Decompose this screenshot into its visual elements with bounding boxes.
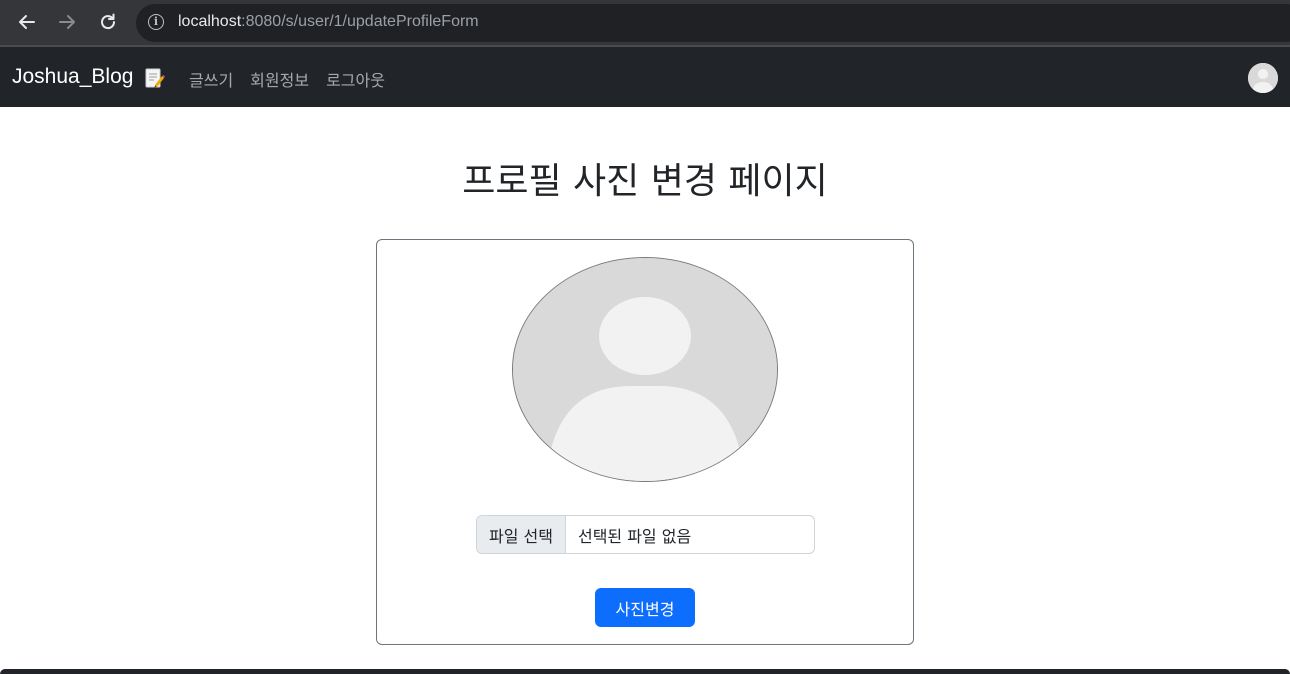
brand-name: Joshua_Blog [12,65,134,88]
brand-link[interactable]: Joshua_Blog [12,65,166,89]
avatar[interactable] [1248,63,1278,93]
url-text[interactable]: localhost:8080/s/user/1/updateProfileFor… [178,13,479,31]
arrow-right-icon [59,15,75,29]
footer [0,669,1290,674]
address-bar[interactable]: i localhost:8080/s/user/1/updateProfileF… [136,4,1290,42]
profile-image [512,257,778,482]
nav-links: 글쓰기 회원정보 로그아웃 [189,67,385,91]
nav-link-user-info[interactable]: 회원정보 [250,67,309,91]
default-user-icon [513,258,777,481]
profile-card: 파일 선택 선택된 파일 없음 사진변경 [376,239,914,645]
reload-icon [101,13,116,30]
user-avatar-icon [1248,63,1278,93]
page-title: 프로필 사진 변경 페이지 [462,161,828,202]
file-input[interactable]: 파일 선택 선택된 파일 없음 [476,515,815,554]
back-button[interactable] [13,8,41,36]
site-navbar: Joshua_Blog 글쓰기 회원정보 로그아웃 [0,47,1290,107]
change-photo-button[interactable]: 사진변경 [595,588,695,627]
nav-link-logout[interactable]: 로그아웃 [326,67,385,91]
memo-icon [145,67,166,88]
reload-button[interactable] [94,8,122,36]
arrow-left-icon [19,15,35,29]
nav-link-write[interactable]: 글쓰기 [189,67,233,91]
forward-button[interactable] [53,8,81,36]
info-icon[interactable]: i [148,14,164,30]
browser-toolbar: i localhost:8080/s/user/1/updateProfileF… [0,0,1290,47]
file-status-text: 선택된 파일 없음 [577,526,692,546]
file-select-button[interactable]: 파일 선택 [477,516,566,553]
